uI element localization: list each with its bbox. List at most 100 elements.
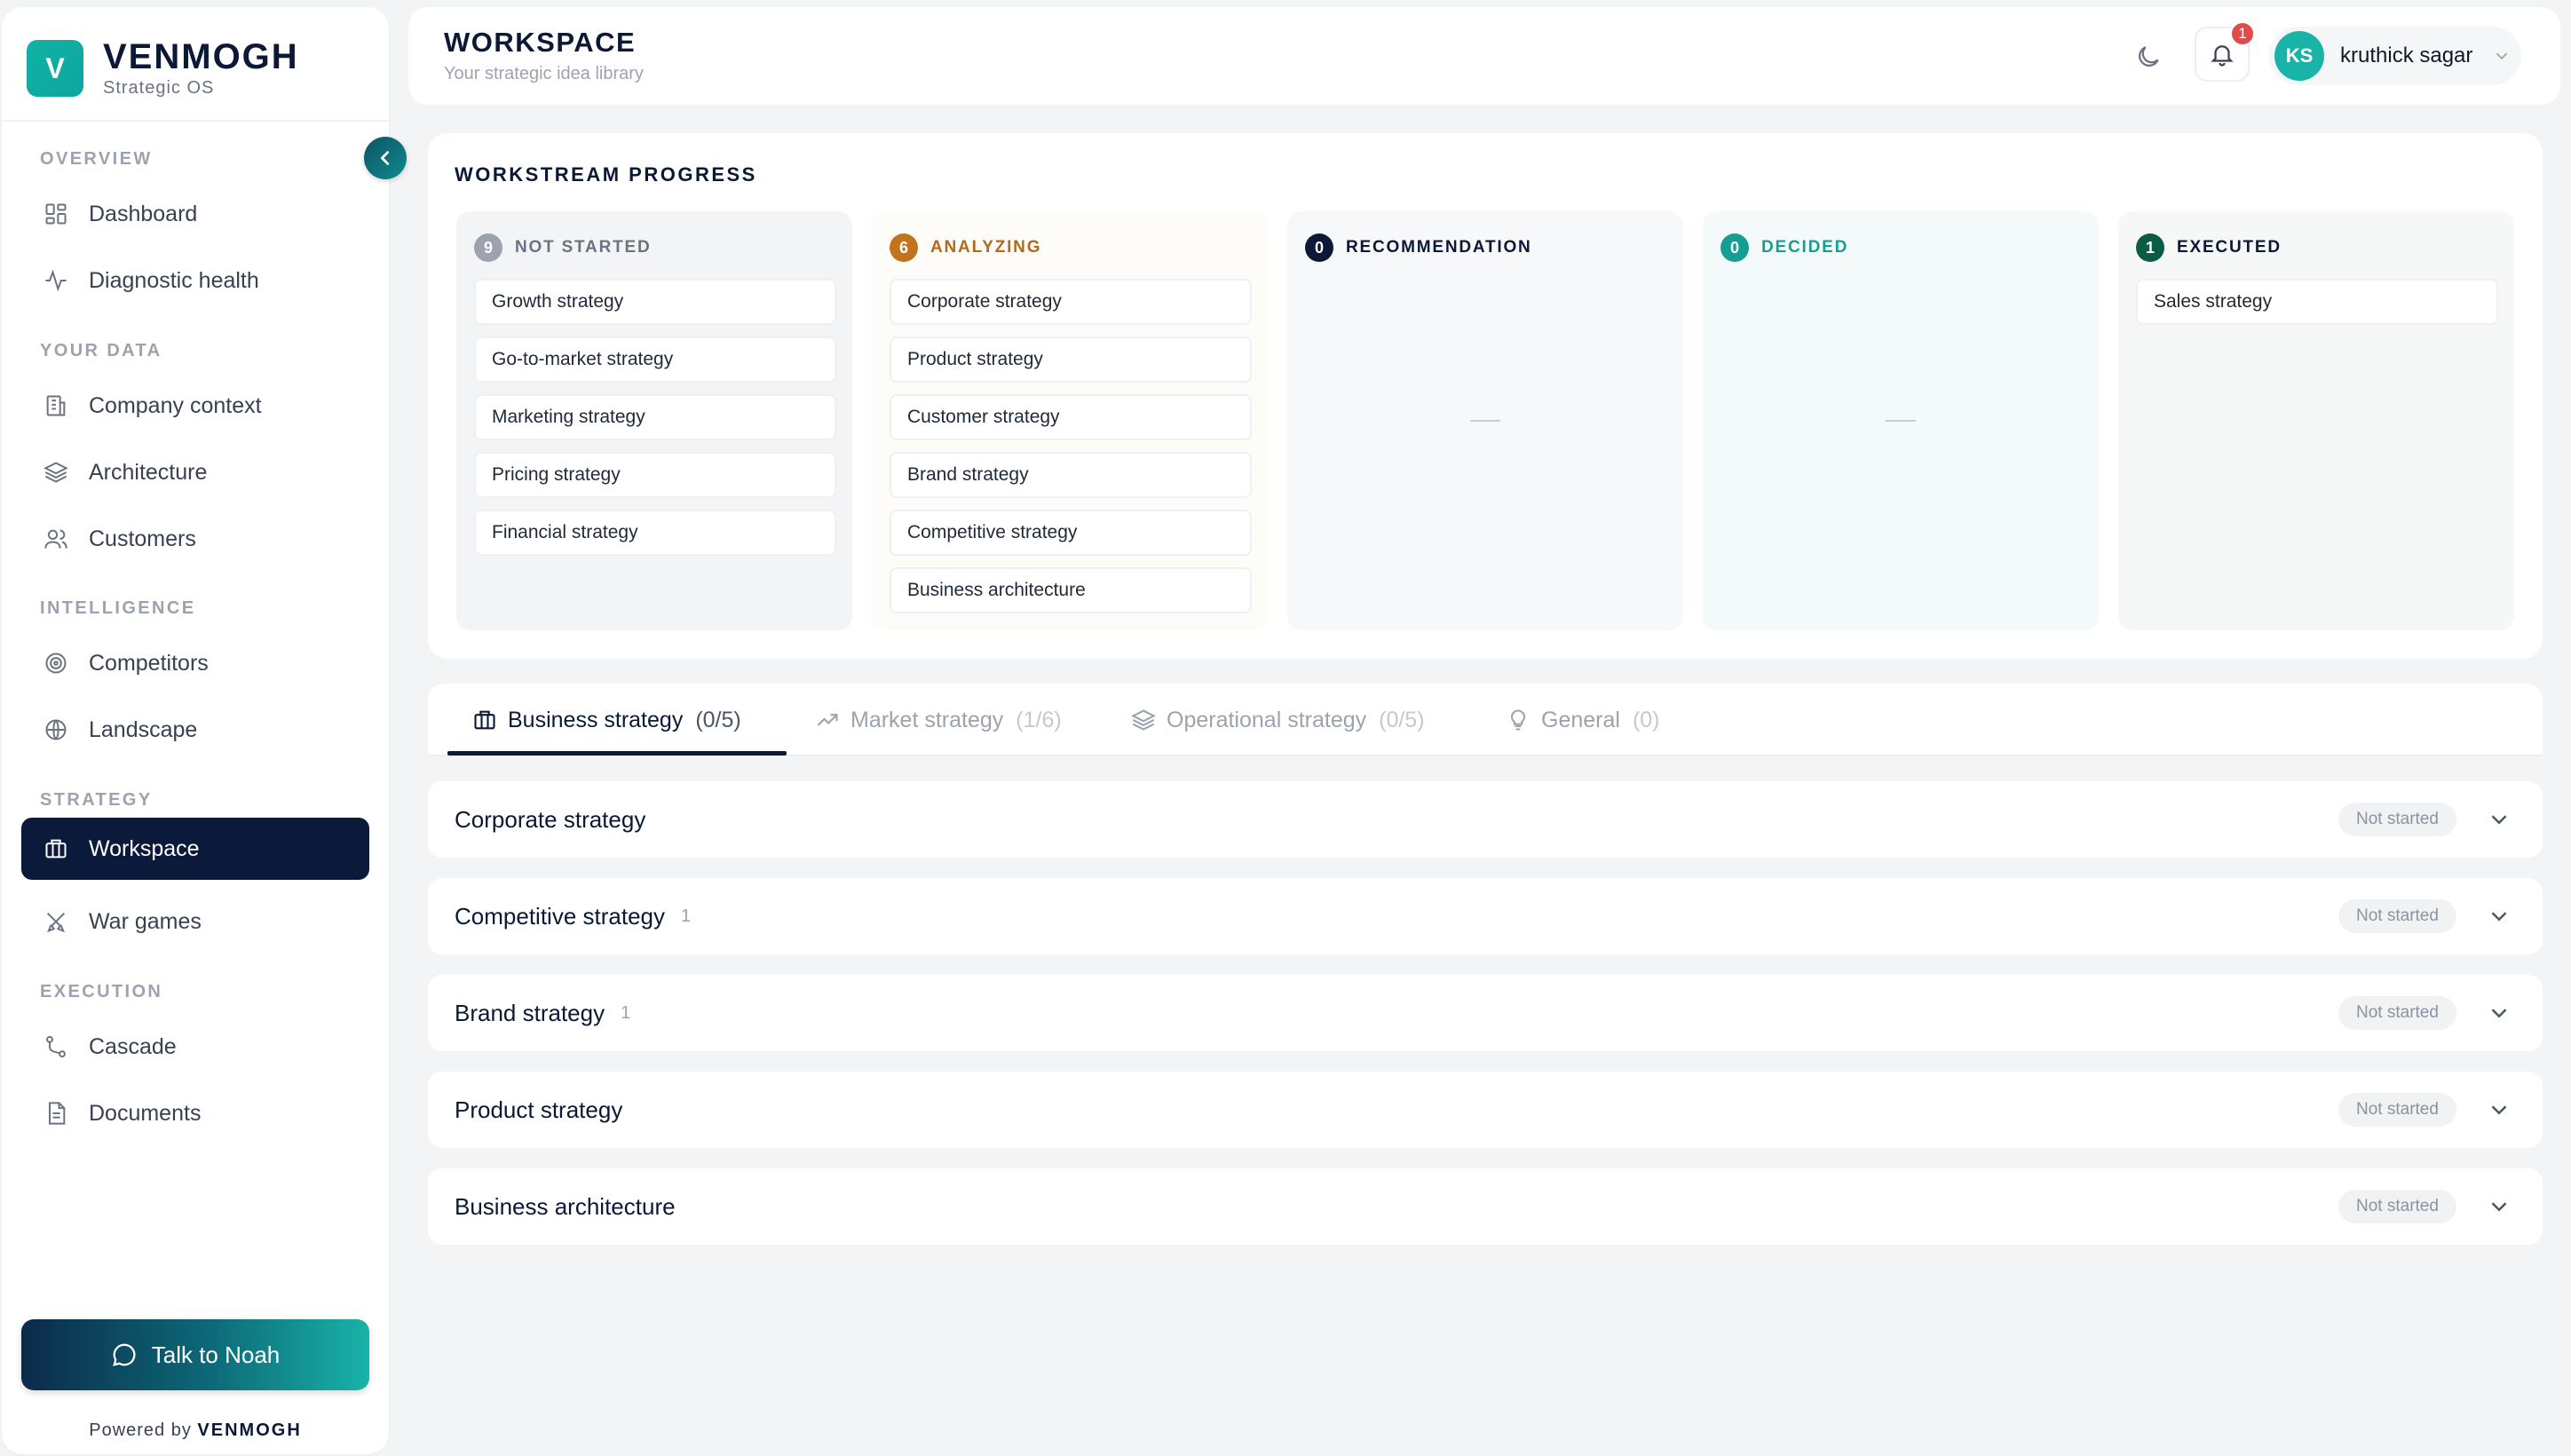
sidebar-item-competitors[interactable]: Competitors [21,632,369,694]
trend-up-icon [815,708,840,732]
moon-icon [2134,43,2163,71]
tab-count: (0/5) [1379,707,1425,732]
sidebar-item-war-games[interactable]: War games [21,890,369,953]
tab-operational-strategy[interactable]: Operational strategy (0/5) [1131,684,1425,756]
section-label-strategy: STRATEGY [40,790,153,810]
sidebar-item-label: Architecture [89,459,208,485]
notification-count-badge: 1 [2230,21,2255,46]
chat-bubble-icon [111,1341,138,1368]
briefcase-icon [472,708,497,732]
sidebar-item-label: Diagnostic health [89,267,259,293]
workstream-item[interactable]: Customer strategy [890,394,1252,440]
notifications-button[interactable]: 1 [2195,21,2255,82]
tab-count: (0/5) [695,707,741,732]
row-count: 1 [680,906,692,926]
workstream-item[interactable]: Sales strategy [2136,279,2498,325]
tab-business-strategy[interactable]: Business strategy (0/5) [472,684,741,756]
row-title: Corporate strategy [455,805,646,833]
layers-icon [43,459,69,486]
strategy-row-corporate[interactable]: Corporate strategy Not started [428,781,2543,858]
branch-icon [43,1033,69,1060]
sidebar-item-workspace[interactable]: Workspace [21,818,369,880]
pulse-icon [43,267,69,294]
theme-toggle-button[interactable] [2131,39,2166,75]
workstream-item[interactable]: Competitive strategy [890,510,1252,556]
user-menu[interactable]: KS kruthick sagar [2269,27,2521,85]
sidebar-item-label: Documents [89,1100,202,1126]
chevron-down-icon[interactable] [2486,1000,2512,1026]
tab-market-strategy[interactable]: Market strategy (1/6) [815,684,1062,756]
workstream-item[interactable]: Business architecture [890,567,1252,613]
column-label: RECOMMENDATION [1346,238,1532,257]
workstream-item[interactable]: Brand strategy [890,452,1252,498]
sidebar-item-cascade[interactable]: Cascade [21,1016,369,1078]
row-count: 1 [621,1002,631,1023]
talk-to-noah-button[interactable]: Talk to Noah [21,1319,369,1390]
tab-count: (0) [1632,707,1660,732]
page-title: WORKSPACE [444,27,637,58]
chevron-down-icon[interactable] [2486,1193,2512,1220]
sidebar-item-dashboard[interactable]: Dashboard [21,183,369,245]
sidebar-item-label: Company context [89,392,262,418]
tab-label: Market strategy [850,707,1004,732]
sidebar-item-company-context[interactable]: Company context [21,375,369,437]
column-count-badge: 6 [890,233,918,262]
layers-icon [1131,708,1156,732]
avatar: KS [2274,31,2324,81]
sidebar-item-customers[interactable]: Customers [21,508,369,570]
briefcase-icon [43,835,69,862]
building-icon [43,392,69,419]
workstream-item[interactable]: Pricing strategy [474,452,836,498]
sidebar-divider [2,120,389,122]
column-executed: 1 EXECUTED Sales strategy [2118,211,2514,630]
section-label-intelligence: INTELLIGENCE [40,598,196,618]
status-badge: Not started [2338,899,2456,933]
row-title: Product strategy [455,1096,623,1123]
sidebar-item-architecture[interactable]: Architecture [21,441,369,503]
sidebar-item-label: Customers [89,526,196,551]
chevron-down-icon [2492,46,2512,66]
chevron-down-icon[interactable] [2486,903,2512,930]
collapse-sidebar-button[interactable] [364,137,407,179]
user-name: kruthick sagar [2340,44,2473,67]
status-badge: Not started [2338,1093,2456,1127]
chevron-down-icon[interactable] [2486,1096,2512,1123]
section-label-execution: EXECUTION [40,982,163,1001]
column-count-badge: 1 [2136,233,2164,262]
workstream-item[interactable]: Growth strategy [474,279,836,325]
row-title: Business architecture [455,1192,676,1220]
talk-to-noah-label: Talk to Noah [151,1341,281,1368]
strategy-row-business-architecture[interactable]: Business architecture Not started [428,1168,2543,1245]
empty-placeholder [1470,420,1500,422]
target-icon [43,650,69,677]
tab-label: Operational strategy [1167,707,1367,732]
chevron-down-icon[interactable] [2486,806,2512,833]
section-label-your-data: YOUR DATA [40,341,162,360]
workstream-item[interactable]: Product strategy [890,336,1252,383]
sidebar-item-documents[interactable]: Documents [21,1082,369,1144]
sidebar-item-label: Cascade [89,1033,177,1059]
workstream-title: WORKSTREAM PROGRESS [455,163,757,186]
workstream-item[interactable]: Marketing strategy [474,394,836,440]
swords-icon [43,908,69,935]
sidebar-item-label: War games [89,908,202,934]
workstream-item[interactable]: Corporate strategy [890,279,1252,325]
tab-general[interactable]: General (0) [1506,684,1660,756]
strategy-row-product[interactable]: Product strategy Not started [428,1072,2543,1148]
workstream-item[interactable]: Go-to-market strategy [474,336,836,383]
brand-subtitle: Strategic OS [103,77,215,98]
strategy-row-competitive[interactable]: Competitive strategy 1 Not started [428,878,2543,954]
strategy-row-brand[interactable]: Brand strategy 1 Not started [428,975,2543,1051]
sidebar-item-diagnostic-health[interactable]: Diagnostic health [21,249,369,312]
column-label: NOT STARTED [515,238,652,257]
sidebar-item-landscape[interactable]: Landscape [21,699,369,761]
brand[interactable]: V VENMOGH Strategic OS [27,37,299,99]
users-icon [43,526,69,552]
globe-icon [43,716,69,743]
column-recommendation: 0 RECOMMENDATION [1287,211,1683,630]
workstream-progress-card: WORKSTREAM PROGRESS 9 NOT STARTED Growth… [428,133,2543,659]
workstream-item[interactable]: Financial strategy [474,510,836,556]
lightbulb-icon [1506,708,1531,732]
page-subtitle: Your strategic idea library [444,64,644,83]
brand-name: VENMOGH [103,36,299,76]
